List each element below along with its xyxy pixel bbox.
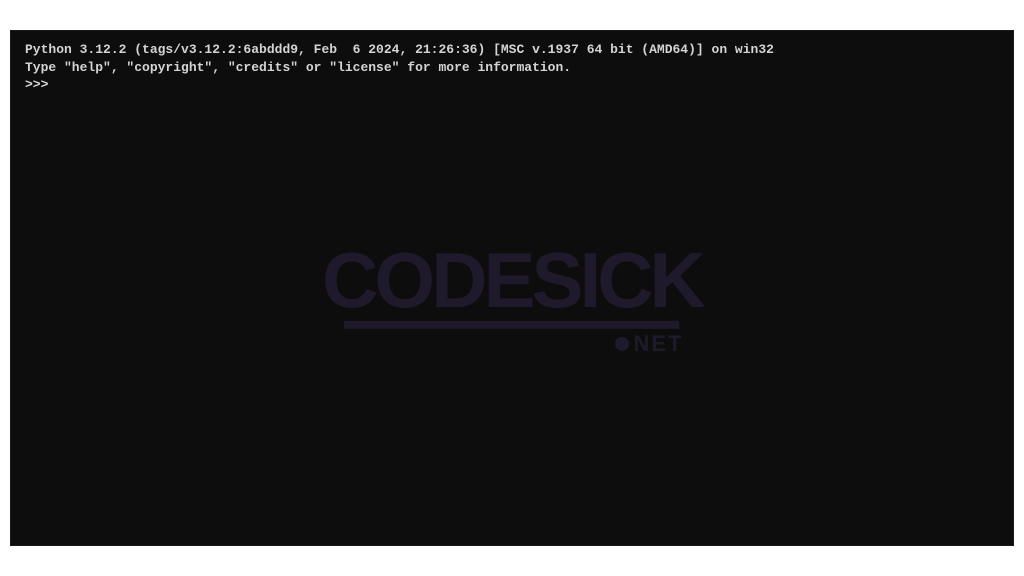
watermark-brand: CODESICK (322, 247, 702, 313)
python-prompt: >>> (25, 76, 56, 94)
watermark-suffix: NET (634, 331, 684, 357)
prompt-line: >>> (25, 76, 999, 94)
python-banner-line1: Python 3.12.2 (tags/v3.12.2:6abddd9, Feb… (25, 41, 999, 59)
watermark-suffix-wrap: NET (616, 331, 684, 357)
python-banner-line2: Type "help", "copyright", "credits" or "… (25, 59, 999, 77)
watermark-underline (345, 321, 680, 329)
dot-icon (616, 337, 630, 351)
watermark-logo: CODESICK NET (322, 247, 702, 329)
terminal-content[interactable]: Python 3.12.2 (tags/v3.12.2:6abddd9, Feb… (11, 31, 1013, 104)
repl-input[interactable] (56, 77, 999, 92)
terminal-window: CODESICK NET Python 3.12.2 (tags/v3.12.2… (10, 30, 1014, 546)
